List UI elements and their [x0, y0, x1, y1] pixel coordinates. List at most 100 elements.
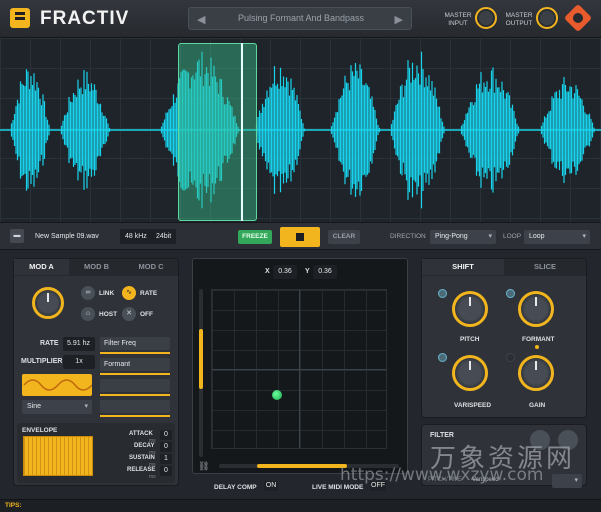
rate-value[interactable]: 5.91 hz [63, 337, 95, 351]
mod-panel: MOD A MOD B MOD C ∞ LINK ∿ RATE ⌂ HOST ✕… [13, 258, 179, 486]
pitch-mod-dot[interactable] [438, 289, 447, 298]
host-label: HOST [99, 311, 118, 318]
gain-knob[interactable] [518, 355, 554, 391]
playhead[interactable] [241, 43, 243, 221]
envelope-label: ENVELOPE [22, 427, 58, 434]
y-slider-track[interactable] [199, 289, 203, 457]
sample-info-bar: ▬ New Sample 09.wav 48 kHz 24bit FREEZE … [0, 222, 601, 250]
pitch-label: PITCH [460, 336, 480, 343]
gain-label: GAIN [529, 402, 546, 409]
delay-comp-label: DELAY COMP [214, 484, 257, 491]
sustain-value[interactable]: 1 [160, 454, 172, 464]
xy-grid[interactable] [211, 289, 387, 449]
filter-type-dropdown[interactable] [552, 474, 582, 488]
multiplier-label: MULTIPLIER [21, 358, 63, 365]
y-slider-range[interactable] [199, 329, 203, 389]
folder-icon[interactable]: ▬ [10, 229, 24, 243]
mod-target-2[interactable]: Formant [100, 358, 170, 375]
tab-mod-c[interactable]: MOD C [124, 259, 178, 275]
y-value[interactable]: 0.36 [313, 265, 337, 279]
mod-target-1[interactable]: Filter Freq [100, 337, 170, 354]
brand-title: FRACTIV [40, 8, 130, 29]
rate-wave-icon[interactable]: ∿ [122, 286, 136, 300]
off-label: OFF [140, 311, 153, 318]
master-output-label: MASTER OUTPUT [505, 12, 533, 27]
varispeed-mod-dot[interactable] [438, 353, 447, 362]
varispeed-knob[interactable] [452, 355, 488, 391]
lfo-shape-dropdown[interactable]: Sine [22, 400, 92, 414]
fractiv-badge-icon[interactable] [563, 3, 593, 33]
decay-value[interactable]: 0 [160, 442, 172, 452]
x-slider-range[interactable] [257, 464, 347, 468]
tab-shift[interactable]: SHIFT [422, 259, 504, 275]
varispeed-label: VARISPEED [454, 402, 492, 409]
top-bar: FRACTIV ◀ Pulsing Formant And Bandpass ▶… [0, 0, 601, 38]
release-value[interactable]: 0 [160, 466, 172, 476]
tips-label: TIPS: [5, 502, 22, 509]
decay-label: DECAY [134, 443, 155, 449]
mod-target-1-amount[interactable] [100, 352, 170, 354]
waveform-display[interactable] [0, 38, 601, 222]
formant-indicator-dot [535, 345, 539, 349]
chevron-right-icon[interactable]: ▶ [395, 13, 403, 26]
envelope-section: ENVELOPE ATTACK 0 ms DECAY 0 ms SUSTAIN … [17, 423, 175, 483]
loop-dropdown[interactable]: Loop [524, 230, 590, 244]
sustain-label: SUSTAIN [129, 455, 155, 461]
watermark-url: https://www.wxzyw.com [340, 465, 544, 485]
envelope-display[interactable] [23, 436, 93, 476]
link-icon[interactable]: ∞ [81, 286, 95, 300]
multiplier-value[interactable]: 1x [63, 355, 95, 369]
loop-selection[interactable] [178, 43, 257, 221]
freeze-button[interactable]: FREEZE [238, 230, 272, 244]
stop-button[interactable] [280, 227, 320, 247]
xy-crosshair-h [212, 369, 386, 370]
y-label: Y [305, 268, 310, 275]
formant-knob[interactable] [518, 291, 554, 327]
mod-target-3[interactable] [100, 379, 170, 396]
link-axes-icon[interactable]: ⛓ [198, 461, 209, 472]
mod-target-4[interactable] [100, 400, 170, 417]
delay-comp-toggle[interactable]: ON [264, 481, 278, 491]
mod-target-2-label: Formant [104, 361, 131, 368]
preset-name[interactable]: Pulsing Formant And Bandpass [189, 13, 413, 23]
tab-mod-b[interactable]: MOD B [69, 259, 124, 275]
mod-target-3-amount[interactable] [100, 394, 170, 396]
mod-depth-knob[interactable] [32, 287, 64, 319]
fractiv-logo-icon [10, 8, 30, 28]
preset-browser[interactable]: ◀ Pulsing Formant And Bandpass ▶ [188, 7, 412, 30]
tab-mod-a[interactable]: MOD A [14, 259, 69, 275]
release-label: RELEASE [127, 467, 156, 473]
sine-wave-icon [23, 379, 93, 391]
waveform-svg [0, 51, 601, 209]
master-output-knob[interactable] [536, 7, 558, 29]
shift-panel: SHIFT SLICE PITCH FORMANT VARISPEED GAIN [421, 258, 587, 418]
formant-mod-dot[interactable] [506, 289, 515, 298]
mod-target-4-amount[interactable] [100, 415, 170, 417]
mod-target-2-amount[interactable] [100, 373, 170, 375]
tab-slice[interactable]: SLICE [504, 259, 586, 275]
off-icon[interactable]: ✕ [122, 307, 136, 321]
tips-bar: TIPS: [0, 499, 601, 512]
master-input-knob[interactable] [475, 7, 497, 29]
clear-button[interactable]: CLEAR [328, 230, 360, 244]
xy-pad[interactable]: X 0.36 Y 0.36 ⛓ [192, 258, 408, 474]
sample-rate: 48 kHz [120, 229, 152, 244]
x-value[interactable]: 0.36 [273, 265, 297, 279]
bit-depth: 24bit [151, 229, 177, 244]
direction-dropdown[interactable]: Ping-Pong [430, 230, 496, 244]
direction-label: DIRECTION [390, 233, 426, 240]
pitch-knob[interactable] [452, 291, 488, 327]
rate-label: RATE [40, 340, 59, 347]
attack-value[interactable]: 0 [160, 430, 172, 440]
rate-toggle-label: RATE [140, 290, 158, 297]
lfo-shape-display[interactable] [22, 374, 93, 396]
loop-label: LOOP [503, 233, 522, 240]
master-input-label: MASTER INPUT [444, 12, 472, 27]
x-label: X [265, 268, 270, 275]
host-icon[interactable]: ⌂ [81, 307, 95, 321]
waveform-path [10, 51, 595, 209]
gain-mod-dot[interactable] [506, 353, 515, 362]
xy-ball[interactable] [272, 390, 282, 400]
shift-tabs: SHIFT SLICE [422, 259, 586, 276]
mod-target-1-label: Filter Freq [104, 340, 136, 347]
